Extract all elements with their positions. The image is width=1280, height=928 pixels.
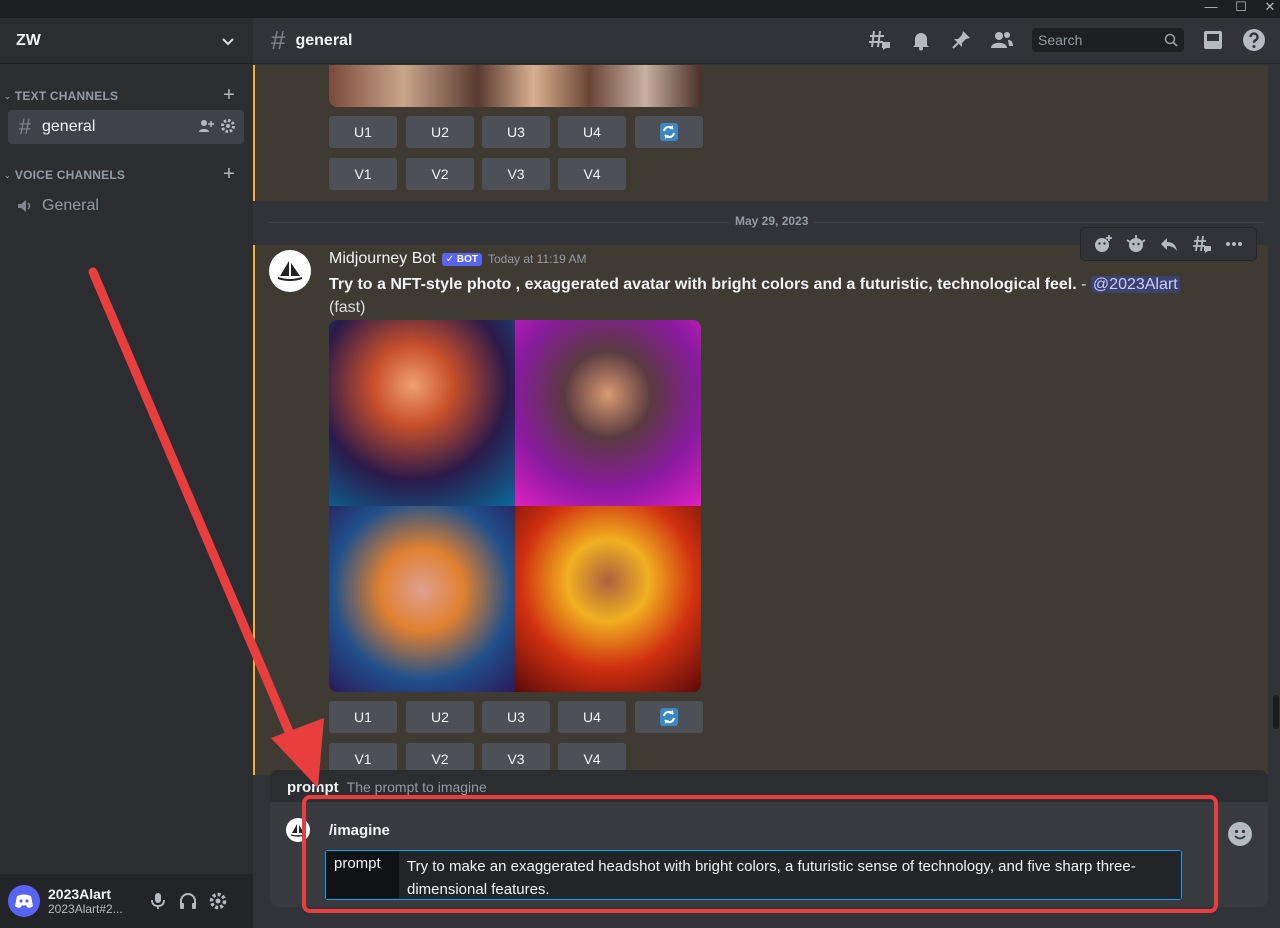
- annotation-arrow-icon: [88, 267, 324, 788]
